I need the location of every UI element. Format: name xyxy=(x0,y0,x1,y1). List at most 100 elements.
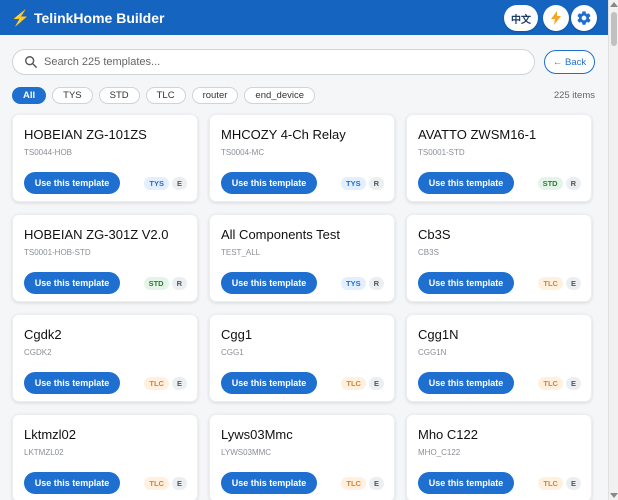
template-tags: TLC E xyxy=(538,477,581,490)
template-card: Cgg1N CGG1N Use this template TLC E xyxy=(406,314,592,402)
template-tags: TLC E xyxy=(341,377,384,390)
template-name: MHCOZY 4-Ch Relay xyxy=(221,127,346,142)
filter-chip-end-device[interactable]: end_device xyxy=(244,87,316,104)
template-name: Mho C122 xyxy=(418,427,478,442)
template-type-badge: STD xyxy=(537,177,563,190)
scroll-down-arrow-icon[interactable] xyxy=(610,493,618,498)
template-tags: TYS R xyxy=(340,277,384,290)
template-role-badge: R xyxy=(368,177,384,190)
filter-chip-all[interactable]: All xyxy=(12,87,47,104)
template-code: CGG1N xyxy=(418,348,447,357)
use-template-button[interactable]: Use this template xyxy=(418,372,514,394)
use-template-button[interactable]: Use this template xyxy=(221,472,317,494)
template-name: HOBEIAN ZG-301Z V2.0 xyxy=(24,227,169,242)
template-role-badge: E xyxy=(565,277,581,290)
page-scrollbar[interactable] xyxy=(608,0,618,500)
template-type-badge: TLC xyxy=(341,477,366,490)
template-card: Cgg1 CGG1 Use this template TLC E xyxy=(209,314,395,402)
template-role-badge: R xyxy=(565,177,581,190)
template-role-badge: E xyxy=(368,477,384,490)
template-code: LYWS03MMC xyxy=(221,448,272,457)
template-tags: TLC E xyxy=(341,477,384,490)
template-tags: TLC E xyxy=(538,277,581,290)
use-template-button[interactable]: Use this template xyxy=(24,372,120,394)
template-code: TS0001-HOB-STD xyxy=(24,248,91,257)
items-count: 225 items xyxy=(553,90,595,101)
scroll-up-arrow-icon[interactable] xyxy=(610,2,618,7)
flash-button[interactable] xyxy=(543,5,569,31)
template-type-badge: TLC xyxy=(341,377,366,390)
language-toggle-button[interactable]: 中文 xyxy=(504,5,538,31)
filter-chip-std[interactable]: STD xyxy=(98,87,140,104)
template-role-badge: R xyxy=(368,277,384,290)
template-type-badge: TLC xyxy=(538,477,563,490)
template-code: TS0004-MC xyxy=(221,148,265,157)
template-code: LKTMZL02 xyxy=(24,448,64,457)
template-code: CGDK2 xyxy=(24,348,52,357)
use-template-button[interactable]: Use this template xyxy=(221,372,317,394)
template-name: Lyws03Mmc xyxy=(221,427,293,442)
gear-icon xyxy=(577,11,591,25)
template-card: AVATTO ZWSM16-1 TS0001-STD Use this templa… xyxy=(406,114,592,202)
template-tags: STD R xyxy=(143,277,187,290)
template-type-badge: TYS xyxy=(144,177,169,190)
template-type-badge: TYS xyxy=(340,177,366,190)
template-name: Cgg1N xyxy=(418,327,459,342)
template-name: Lktmzl02 xyxy=(24,427,77,442)
template-name: All Components Test xyxy=(221,227,340,242)
template-type-badge: TLC xyxy=(538,377,563,390)
use-template-button[interactable]: Use this template xyxy=(221,172,317,194)
template-type-badge: TLC xyxy=(144,377,169,390)
filter-chip-tys[interactable]: TYS xyxy=(52,87,93,104)
use-template-button[interactable]: Use this template xyxy=(24,172,120,194)
lightning-icon xyxy=(551,11,561,25)
use-template-button[interactable]: Use this template xyxy=(418,272,514,294)
template-tags: TLC E xyxy=(144,377,187,390)
app-header: ⚡ TelinkHome Builder 中文 xyxy=(0,0,608,35)
template-role-badge: E xyxy=(565,377,581,390)
template-role-badge: E xyxy=(171,377,187,390)
search-bar xyxy=(12,49,535,75)
template-grid: HOBEIAN ZG-101ZS TS0044-HOB Use this templ… xyxy=(12,114,595,500)
use-template-button[interactable]: Use this template xyxy=(418,472,514,494)
settings-button[interactable] xyxy=(571,5,597,31)
template-role-badge: R xyxy=(171,277,187,290)
use-template-button[interactable]: Use this template xyxy=(418,172,514,194)
search-input[interactable] xyxy=(44,56,524,68)
template-card: All Components Test TEST_ALL Use this temp… xyxy=(209,214,395,302)
template-role-badge: E xyxy=(565,477,581,490)
filter-chip-tlc[interactable]: TLC xyxy=(145,87,186,104)
template-card: HOBEIAN ZG-101ZS TS0044-HOB Use this templ… xyxy=(12,114,198,202)
template-card: Cb3S CB3S Use this template TLC E xyxy=(406,214,592,302)
use-template-button[interactable]: Use this template xyxy=(24,272,120,294)
template-card: Lktmzl02 LKTMZL02 Use this template TLC E xyxy=(12,414,198,500)
template-name: Cgdk2 xyxy=(24,327,62,342)
lightning-logo-icon: ⚡ xyxy=(11,9,30,27)
template-tags: TYS E xyxy=(144,177,187,190)
template-type-badge: STD xyxy=(143,277,169,290)
template-name: Cgg1 xyxy=(221,327,253,342)
template-role-badge: E xyxy=(368,377,384,390)
template-code: TEST_ALL xyxy=(221,248,261,257)
template-card: Lyws03Mmc LYWS03MMC Use this template TLC E xyxy=(209,414,395,500)
search-icon xyxy=(25,56,37,68)
filter-chip-router[interactable]: router xyxy=(191,87,239,104)
template-tags: TLC E xyxy=(538,377,581,390)
use-template-button[interactable]: Use this template xyxy=(221,272,317,294)
template-name: AVATTO ZWSM16-1 xyxy=(418,127,537,142)
scrollbar-thumb[interactable] xyxy=(611,12,617,46)
template-type-badge: TLC xyxy=(538,277,563,290)
template-card: Cgdk2 CGDK2 Use this template TLC E xyxy=(12,314,198,402)
template-card: Mho C122 MHO_C122 Use this template TLC E xyxy=(406,414,592,500)
template-name: HOBEIAN ZG-101ZS xyxy=(24,127,147,142)
template-code: MHO_C122 xyxy=(418,448,461,457)
template-card: MHCOZY 4-Ch Relay TS0004-MC Use this templ… xyxy=(209,114,395,202)
template-code: CGG1 xyxy=(221,348,244,357)
template-tags: TYS R xyxy=(340,177,384,190)
template-code: CB3S xyxy=(418,248,439,257)
use-template-button[interactable]: Use this template xyxy=(24,472,120,494)
template-role-badge: E xyxy=(171,477,187,490)
template-code: TS0044-HOB xyxy=(24,148,73,157)
back-button[interactable]: ← Back xyxy=(544,50,595,74)
template-type-badge: TYS xyxy=(340,277,366,290)
